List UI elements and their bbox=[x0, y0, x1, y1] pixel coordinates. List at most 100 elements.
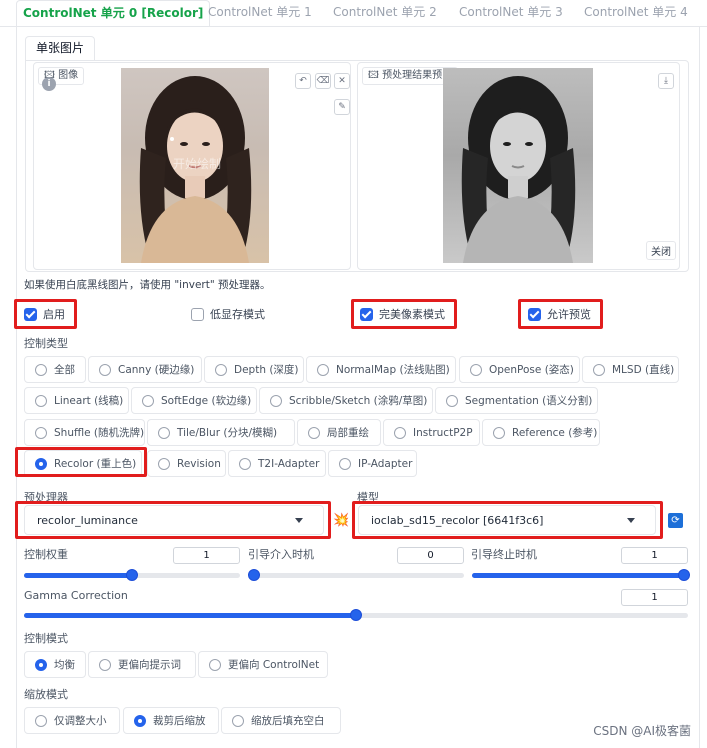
tab-unit-0[interactable]: ControlNet 单元 0 [Recolor] bbox=[16, 0, 211, 27]
resize-mode-just-resize[interactable]: 仅调整大小 bbox=[24, 707, 120, 734]
resize-mode-fill[interactable]: 缩放后填充空白 bbox=[221, 707, 341, 734]
radio-icon bbox=[308, 426, 320, 439]
preview-photo bbox=[443, 68, 593, 263]
preprocessor-select[interactable]: recolor_luminance bbox=[24, 505, 324, 535]
draw-overlay-text: 开始绘制 bbox=[173, 157, 222, 171]
control-mode-label: 控制模式 bbox=[24, 632, 68, 645]
slider-thumb[interactable] bbox=[126, 569, 138, 581]
pixel-perfect-checkbox[interactable]: 完美像素模式 bbox=[360, 304, 445, 324]
slider-thumb[interactable] bbox=[350, 609, 362, 621]
control-type-lineart[interactable]: Lineart (线稿) bbox=[24, 387, 129, 414]
resize-mode-crop[interactable]: 裁剪后缩放 bbox=[123, 707, 219, 734]
control-type-depth[interactable]: Depth (深度) bbox=[204, 356, 304, 383]
control-type-scribble[interactable]: Scribble/Sketch (涂鸦/草图) bbox=[259, 387, 433, 414]
control-type-shuffle[interactable]: Shuffle (随机洗牌) bbox=[24, 419, 145, 446]
control-type-inpaint[interactable]: 局部重绘 bbox=[297, 419, 381, 446]
control-type-canny[interactable]: Canny (硬边缘) bbox=[88, 356, 202, 383]
resize-mode-label: 缩放模式 bbox=[24, 688, 68, 701]
checkbox-checked-icon bbox=[360, 307, 373, 321]
start-label: 引导介入时机 bbox=[248, 548, 314, 561]
gamma-label: Gamma Correction bbox=[24, 589, 128, 602]
control-mode-prompt[interactable]: 更偏向提示词 bbox=[88, 651, 196, 678]
model-select[interactable]: ioclab_sd15_recolor [6641f3c6] bbox=[358, 505, 656, 535]
end-slider[interactable] bbox=[472, 569, 690, 581]
radio-icon bbox=[158, 426, 170, 439]
enable-checkbox[interactable]: 启用 bbox=[24, 304, 65, 324]
slider-fill bbox=[24, 573, 132, 578]
checkbox-unchecked-icon bbox=[191, 307, 204, 321]
low-vram-checkbox[interactable]: 低显存模式 bbox=[191, 304, 265, 324]
refresh-icon[interactable]: ⟳ bbox=[668, 513, 683, 528]
control-type-ip-adapter[interactable]: IP-Adapter bbox=[328, 450, 417, 477]
control-type-recolor[interactable]: Recolor (重上色) bbox=[24, 450, 142, 477]
radio-icon bbox=[99, 658, 111, 671]
end-input[interactable]: 1 bbox=[621, 547, 688, 564]
radio-icon bbox=[35, 363, 47, 376]
chevron-down-icon bbox=[295, 518, 303, 523]
model-label: 模型 bbox=[357, 491, 379, 504]
close-preview-button[interactable]: 关闭 bbox=[646, 241, 676, 260]
weight-label: 控制权重 bbox=[24, 548, 68, 561]
preview-image-box: 🖾 预处理结果预览 ⤓ 关闭 bbox=[357, 62, 680, 270]
control-type-tile[interactable]: Tile/Blur (分块/模糊) bbox=[147, 419, 295, 446]
control-type-openpose[interactable]: OpenPose (姿态) bbox=[459, 356, 580, 383]
control-type-softedge[interactable]: SoftEdge (软边缘) bbox=[131, 387, 257, 414]
gamma-slider[interactable] bbox=[24, 609, 688, 621]
start-input[interactable]: 0 bbox=[397, 547, 464, 564]
control-type-revision[interactable]: Revision bbox=[147, 450, 226, 477]
radio-icon bbox=[35, 426, 47, 439]
start-slider[interactable] bbox=[248, 569, 464, 581]
radio-selected-icon bbox=[35, 457, 47, 470]
weight-slider[interactable] bbox=[24, 569, 240, 581]
control-type-mlsd[interactable]: MLSD (直线) bbox=[582, 356, 679, 383]
radio-icon bbox=[99, 363, 111, 376]
radio-icon bbox=[142, 394, 154, 407]
eraser-icon[interactable]: ⌫ bbox=[315, 73, 331, 89]
tab-unit-3[interactable]: ControlNet 单元 3 bbox=[453, 0, 569, 27]
control-mode-controlnet[interactable]: 更偏向 ControlNet bbox=[198, 651, 328, 678]
control-type-t2i-adapter[interactable]: T2I-Adapter bbox=[228, 450, 326, 477]
invert-hint: 如果使用白底黑线图片，请使用 "invert" 预处理器。 bbox=[24, 279, 271, 291]
tab-unit-4[interactable]: ControlNet 单元 4 bbox=[578, 0, 694, 27]
radio-icon bbox=[493, 426, 505, 439]
radio-icon bbox=[215, 363, 227, 376]
tab-unit-1[interactable]: ControlNet 单元 1 bbox=[202, 0, 318, 27]
radio-icon bbox=[232, 714, 244, 727]
radio-icon bbox=[35, 714, 47, 727]
undo-icon[interactable]: ↶ bbox=[295, 73, 311, 89]
checkbox-checked-icon bbox=[528, 307, 541, 321]
download-icon[interactable]: ⤓ bbox=[658, 73, 674, 89]
control-type-segmentation[interactable]: Segmentation (语义分割) bbox=[435, 387, 598, 414]
chevron-down-icon bbox=[627, 518, 635, 523]
radio-icon bbox=[317, 363, 329, 376]
radio-icon bbox=[593, 363, 605, 376]
tab-single-image[interactable]: 单张图片 bbox=[25, 36, 96, 61]
watermark: CSDN @AI极客菌 bbox=[593, 724, 691, 738]
control-type-normalmap[interactable]: NormalMap (法线贴图) bbox=[306, 356, 456, 383]
slider-thumb[interactable] bbox=[248, 569, 260, 581]
radio-icon bbox=[270, 394, 282, 407]
slider-thumb[interactable] bbox=[678, 569, 690, 581]
radio-selected-icon bbox=[134, 714, 146, 727]
control-type-reference[interactable]: Reference (参考) bbox=[482, 419, 600, 446]
end-label: 引导终止时机 bbox=[471, 548, 537, 561]
slider-fill bbox=[24, 613, 356, 618]
tab-unit-2[interactable]: ControlNet 单元 2 bbox=[327, 0, 443, 27]
radio-icon bbox=[394, 426, 406, 439]
image-icon: 🖾 bbox=[368, 70, 379, 81]
weight-input[interactable]: 1 bbox=[173, 547, 240, 564]
brush-icon[interactable]: ✎ bbox=[334, 99, 350, 115]
radio-icon bbox=[339, 457, 351, 470]
gamma-input[interactable]: 1 bbox=[621, 589, 688, 606]
close-icon[interactable]: ✕ bbox=[334, 73, 350, 89]
info-icon[interactable]: i bbox=[42, 77, 56, 91]
control-type-instructp2p[interactable]: InstructP2P bbox=[383, 419, 480, 446]
allow-preview-checkbox[interactable]: 允许预览 bbox=[528, 304, 591, 324]
radio-icon bbox=[35, 394, 47, 407]
control-type-all[interactable]: 全部 bbox=[24, 356, 86, 383]
checkbox-checked-icon bbox=[24, 307, 37, 321]
preprocessor-label: 预处理器 bbox=[24, 491, 68, 504]
input-image-box[interactable]: 🖾 图像 i 开始绘制 ↶ ⌫ ✕ ✎ bbox=[33, 62, 351, 270]
control-mode-balanced[interactable]: 均衡 bbox=[24, 651, 86, 678]
run-preprocessor-icon[interactable]: 💥 bbox=[333, 513, 349, 529]
